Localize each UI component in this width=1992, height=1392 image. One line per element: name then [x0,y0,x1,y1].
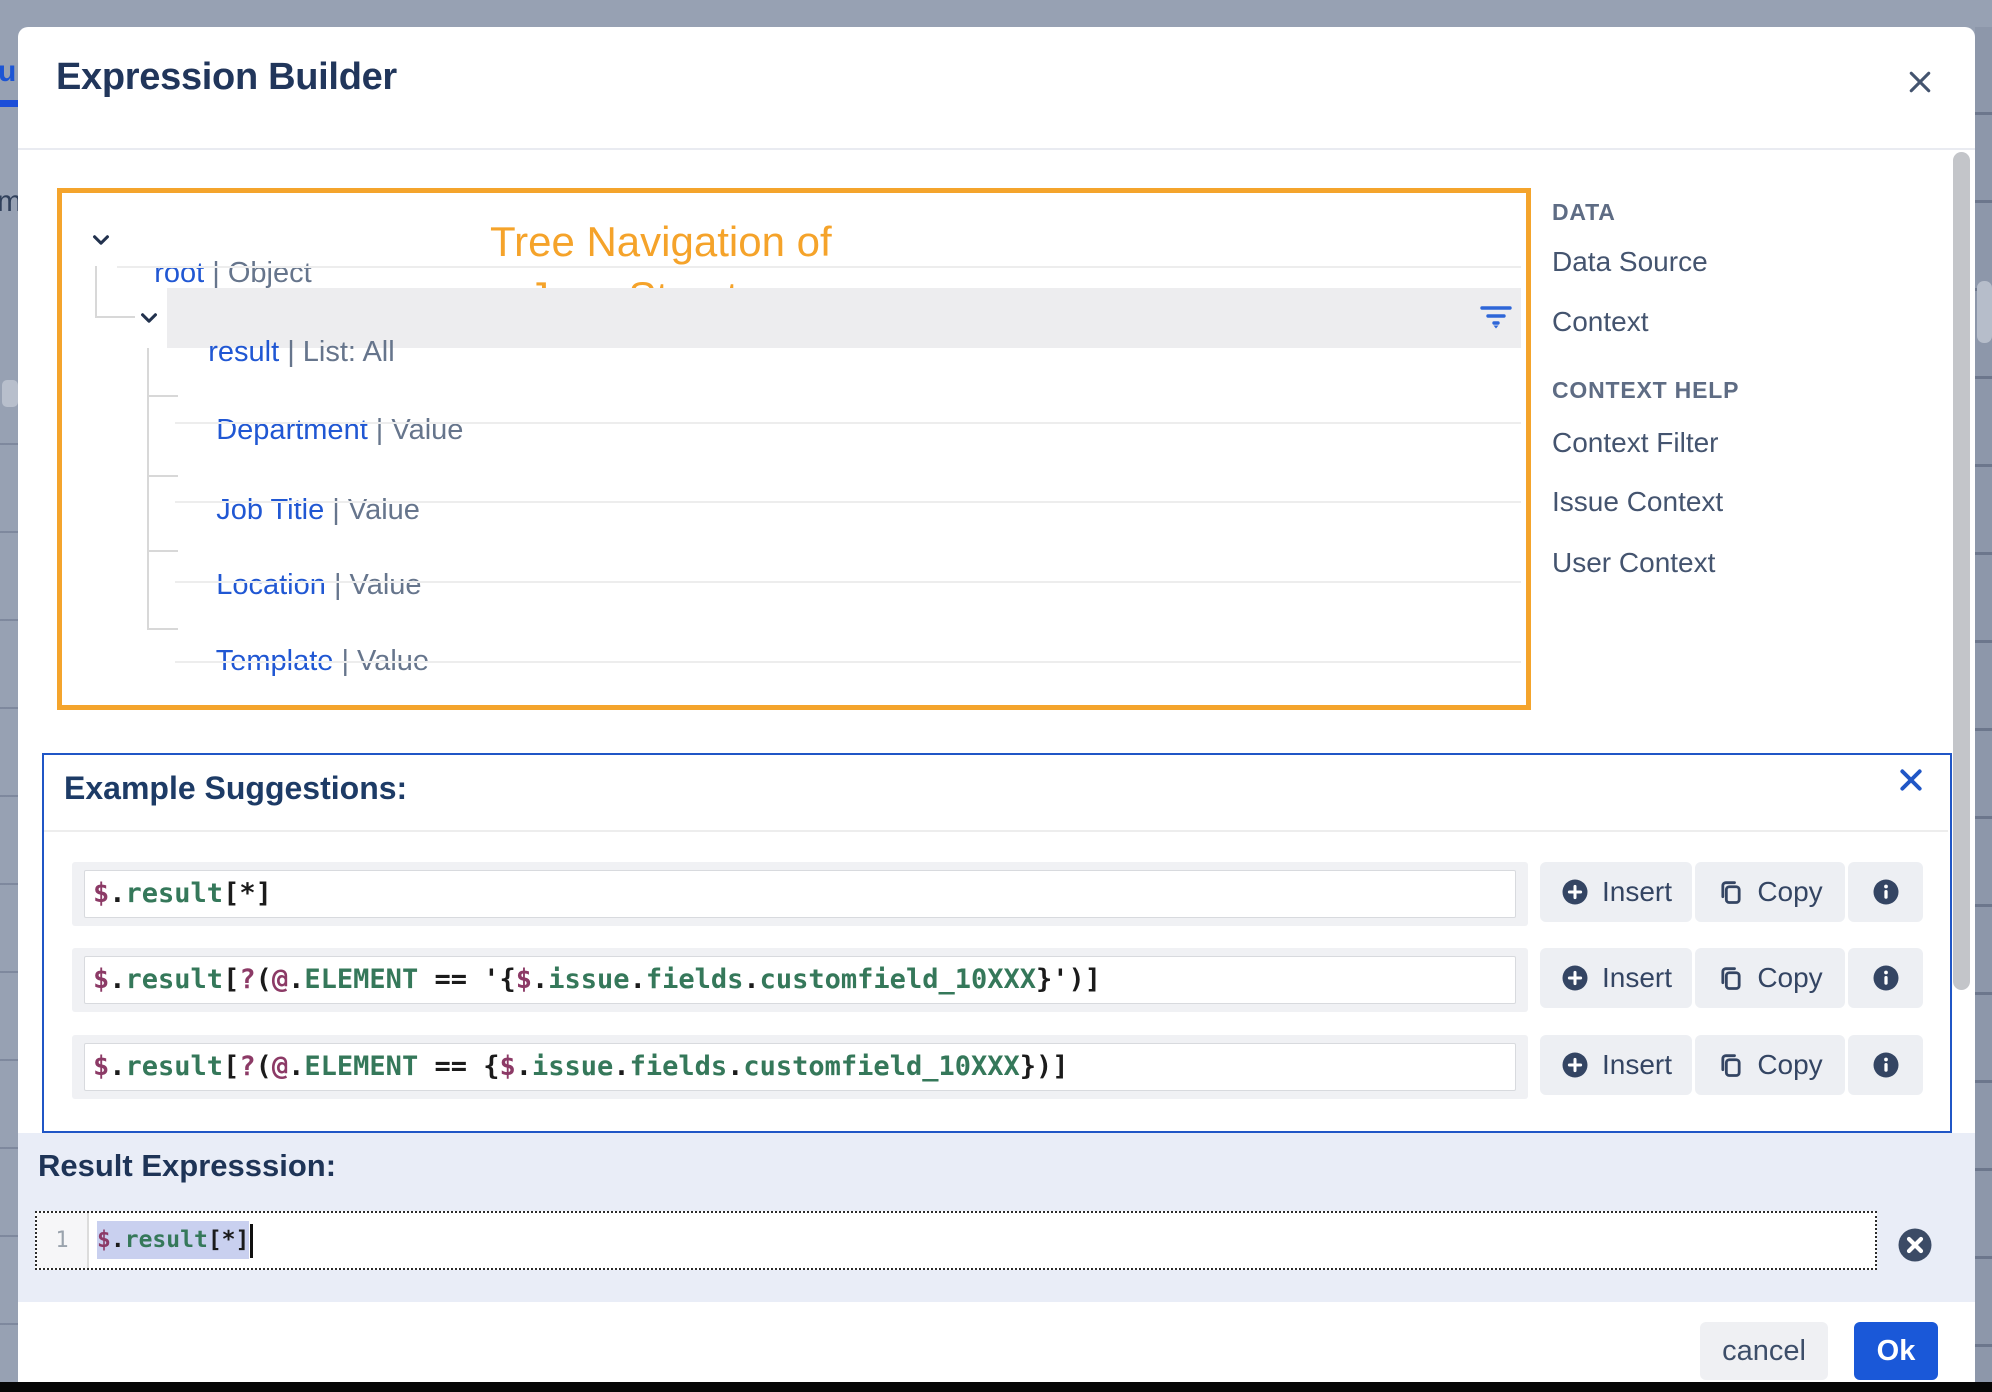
chevron-down-icon[interactable] [90,229,112,251]
sidebar-header-context-help: CONTEXT HELP [1552,377,1739,404]
background-tab-underline [0,100,18,107]
tree-row-divider [175,661,1521,663]
editor-line-number: 1 [37,1213,89,1268]
copy-button[interactable]: Copy [1695,1035,1845,1095]
background-page-right-sliver [1975,27,1992,1382]
screen: ur m Expression Builder Tree Navigation … [0,0,1992,1392]
info-icon [1871,877,1901,907]
close-dialog-button[interactable] [1898,62,1942,106]
background-table-rows [0,357,18,1382]
close-suggestions-button[interactable] [1893,764,1929,800]
tree-node-type: | Value [324,494,420,526]
suggestion-expression: $.result[?(@.ELEMENT == '{$.issue.fields… [84,956,1516,1004]
copy-button[interactable]: Copy [1695,948,1845,1008]
annotation-line-1: Tree Navigation of [490,218,832,266]
tree-connector [147,550,178,552]
tree-connector [147,475,178,477]
tree-node-label[interactable]: Job Title [216,494,324,526]
tree-node-type: | Value [326,569,422,601]
sidebar-item-context-filter[interactable]: Context Filter [1552,427,1719,459]
cancel-button[interactable]: cancel [1700,1322,1828,1380]
background-page-left-sliver: ur m [0,27,18,1382]
background-button-fragment [1977,281,1992,343]
copy-label: Copy [1757,1049,1822,1081]
dialog-scrollbar[interactable] [1953,152,1970,990]
plus-circle-icon [1560,877,1590,907]
close-icon [1906,68,1934,101]
clear-circle-icon [1897,1250,1933,1267]
copy-icon [1717,964,1745,992]
copy-button[interactable]: Copy [1695,862,1845,922]
example-suggestions-title: Example Suggestions: [64,770,407,807]
suggestions-divider [44,830,1948,832]
tree-node-label[interactable]: Department [216,414,368,446]
background-tab-text: ur [0,55,18,89]
tree-connector [95,266,97,318]
copy-label: Copy [1757,876,1822,908]
tree-row-divider [117,266,1521,268]
cancel-label: cancel [1722,1335,1806,1368]
result-expression-editor[interactable]: 1 $.result[*] [35,1211,1877,1270]
filter-icon[interactable] [1478,301,1514,331]
insert-label: Insert [1602,962,1672,994]
info-button[interactable] [1848,1035,1923,1095]
sidebar-item-data-source[interactable]: Data Source [1552,246,1708,278]
ok-label: Ok [1877,1335,1916,1368]
editor-input[interactable]: $.result[*] [89,1213,1875,1268]
copy-icon [1717,878,1745,906]
copy-icon [1717,1051,1745,1079]
sidebar-item-context[interactable]: Context [1552,306,1649,338]
insert-label: Insert [1602,876,1672,908]
editor-selection: $.result[*] [97,1221,249,1259]
plus-circle-icon [1560,1050,1590,1080]
tree-node-label[interactable]: root [154,257,204,289]
info-icon [1871,963,1901,993]
tree-row-divider [175,501,1521,503]
result-expression-label: Result Expresssion: [38,1148,336,1184]
background-text-fragment: m [0,185,18,219]
info-icon [1871,1050,1901,1080]
plus-circle-icon [1560,963,1590,993]
dialog-title: Expression Builder [56,56,397,99]
suggestion-expression: $.result[*] [84,870,1516,918]
tree-node-label[interactable]: result [208,336,279,368]
tree-node-type: | List: All [279,336,395,368]
tree-node-type: | Value [368,414,464,446]
sidebar-item-issue-context[interactable]: Issue Context [1552,486,1723,518]
sidebar-item-user-context[interactable]: User Context [1552,547,1715,579]
clear-expression-button[interactable] [1897,1227,1933,1263]
screenshot-bottom-edge [0,1382,1992,1392]
tree-node-type: | Object [204,257,311,289]
close-icon [1898,767,1924,798]
tree-row-divider [175,422,1521,424]
header-divider [18,148,1975,150]
suggestion-expression: $.result[?(@.ELEMENT == {$.issue.fields.… [84,1043,1516,1091]
tree-node-label[interactable]: Location [216,569,326,601]
tree-connector [147,348,149,630]
info-button[interactable] [1848,862,1923,922]
chevron-down-icon[interactable] [138,307,160,329]
tree-connector [147,395,178,397]
text-cursor [250,1224,253,1258]
insert-button[interactable]: Insert [1540,862,1692,922]
insert-label: Insert [1602,1049,1672,1081]
tree-connector [147,628,178,630]
info-button[interactable] [1848,948,1923,1008]
ok-button[interactable]: Ok [1854,1322,1938,1380]
insert-button[interactable]: Insert [1540,1035,1692,1095]
copy-label: Copy [1757,962,1822,994]
insert-button[interactable]: Insert [1540,948,1692,1008]
sidebar-header-data: DATA [1552,199,1616,226]
tree-row-divider [175,581,1521,583]
